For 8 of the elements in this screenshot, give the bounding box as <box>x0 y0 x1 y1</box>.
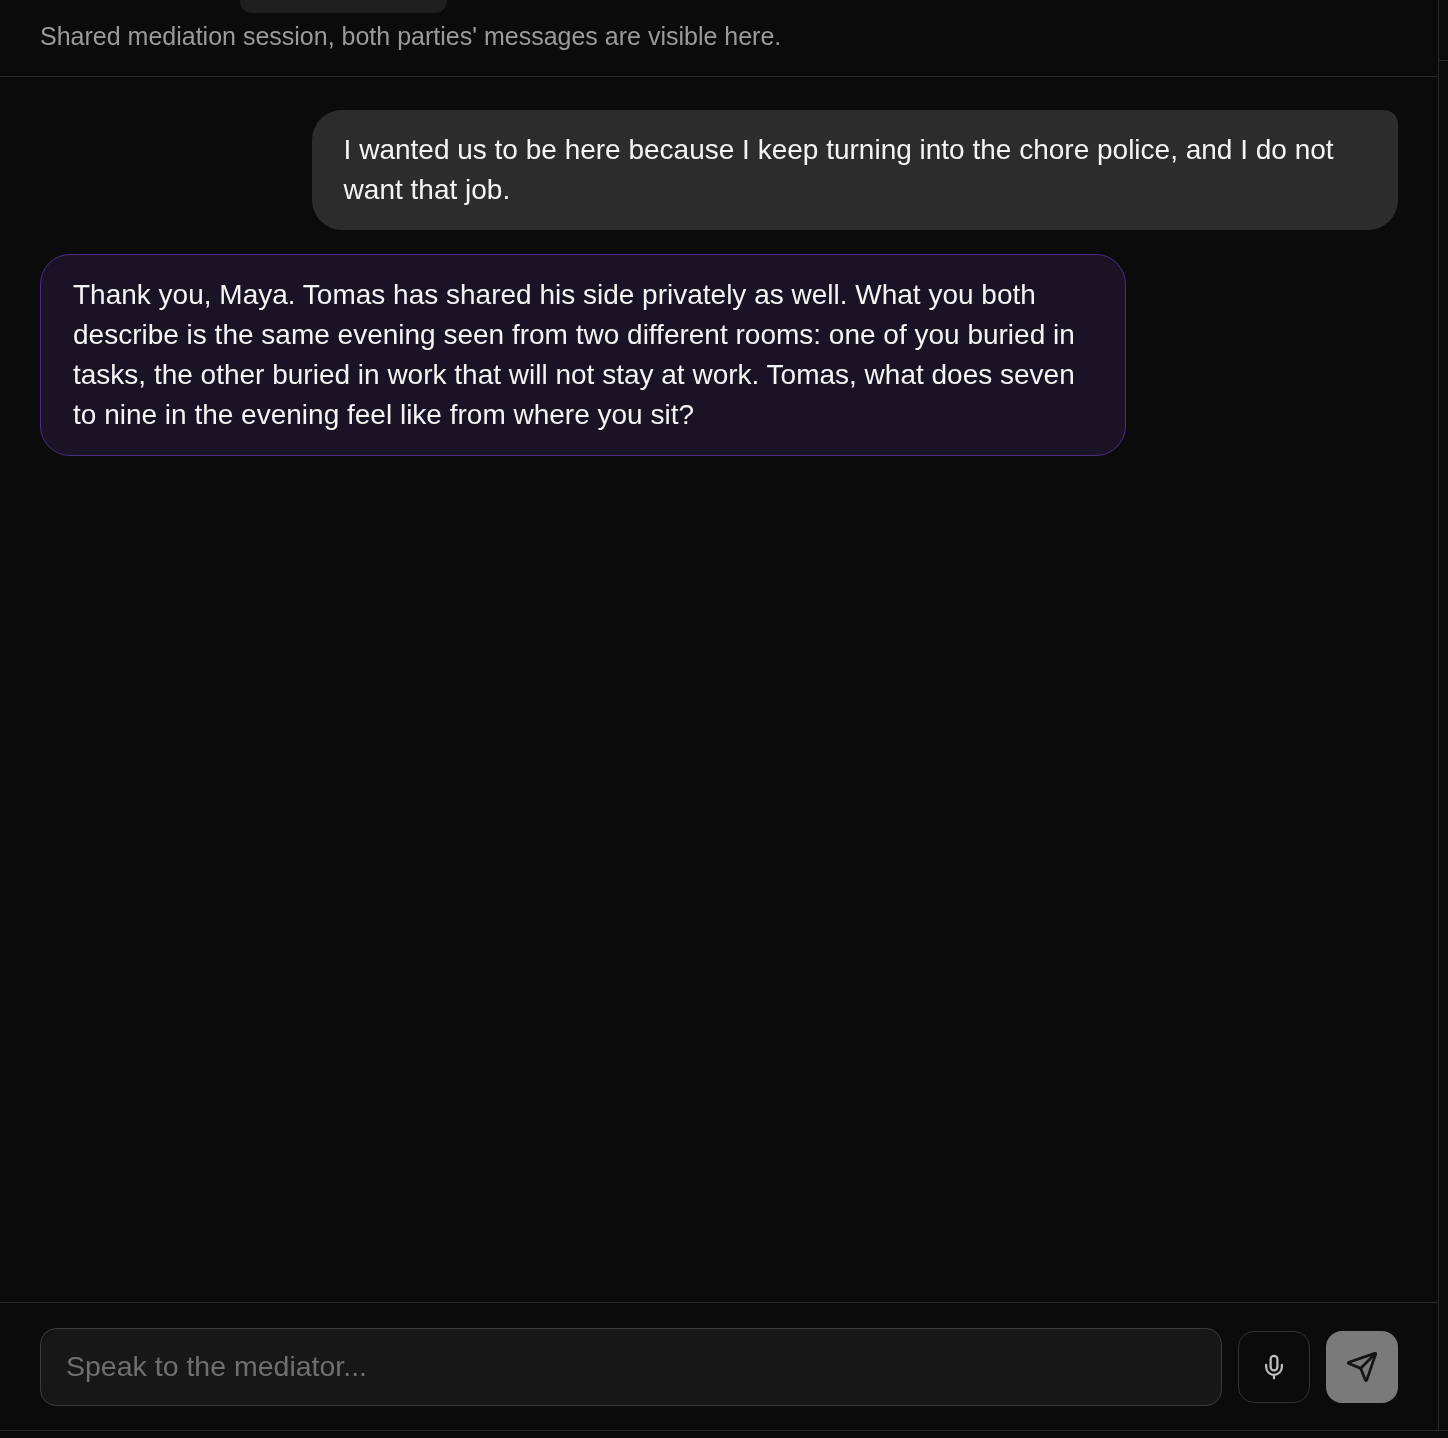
user-message: I wanted us to be here because I keep turning into the chore police, and I do not want that job. <box>311 110 1398 230</box>
message-input[interactable]: Speak to the mediator... <box>40 1327 1222 1406</box>
mediator-message: Thank you, Maya. Tomas has shared his side privately as well. What you both describe is the same evening seen from two different rooms: one of you buried in tasks, the other buried in work that will not stay at work. Tomas, what does seven to nine in the evening feel like from where you sit? <box>40 254 1127 456</box>
session-subtitle: Shared mediation session, both parties' messages are visible here. <box>40 22 782 50</box>
send-button[interactable] <box>1326 1330 1398 1403</box>
microphone-button[interactable] <box>1238 1330 1310 1403</box>
send-icon <box>1347 1351 1377 1382</box>
microphone-icon <box>1265 1353 1283 1380</box>
